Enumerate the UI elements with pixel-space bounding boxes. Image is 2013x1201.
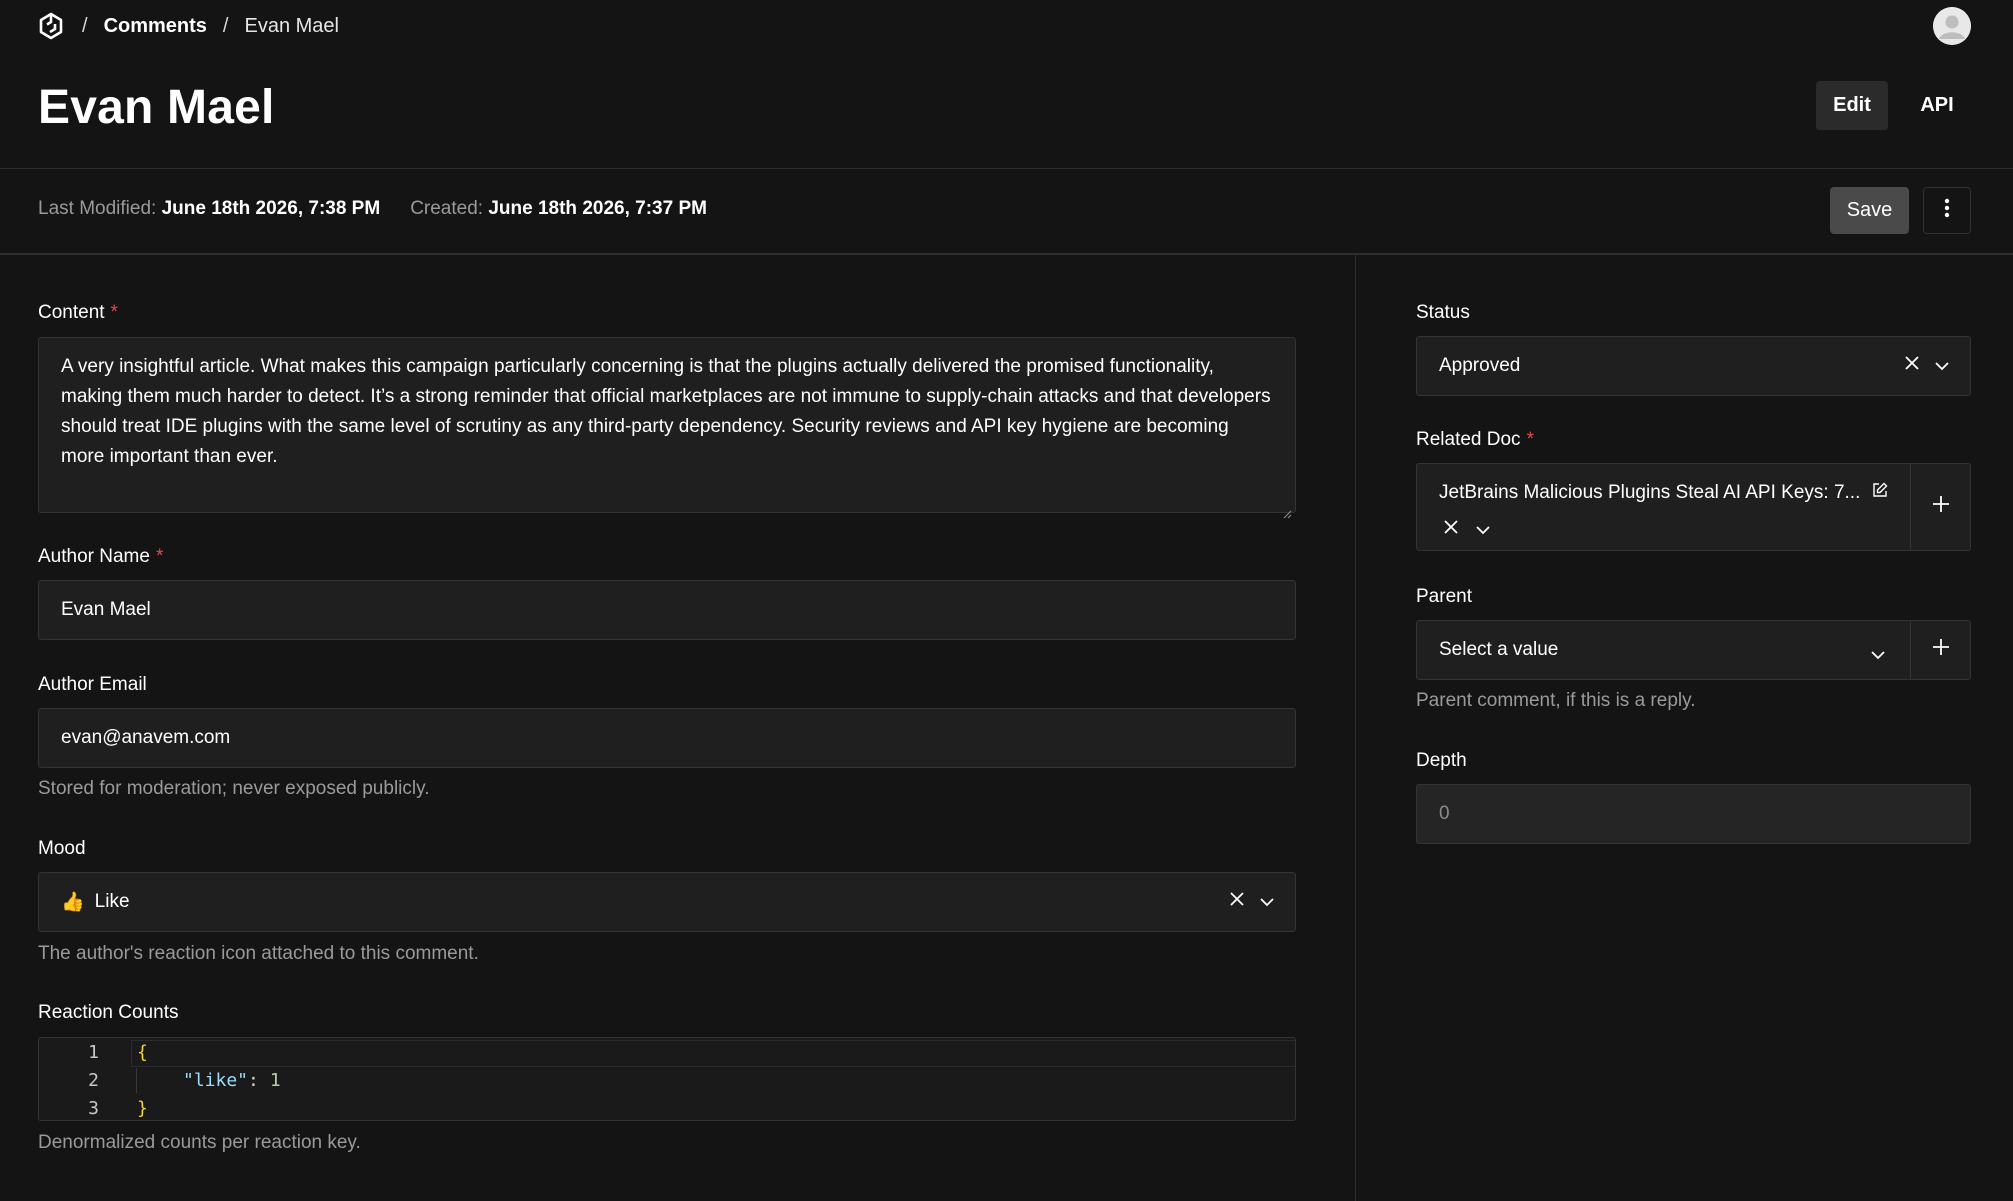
plus-icon [1932,638,1950,662]
line-number: 1 [88,1042,99,1063]
parent-placeholder: Select a value [1439,639,1559,660]
status-value: Approved [1439,355,1521,376]
api-tab-button[interactable]: API [1902,81,1972,130]
author-email-value: evan@anavem.com [61,727,231,748]
parent-help: Parent comment, if this is a reply. [1416,690,1696,711]
related-doc-select[interactable]: JetBrains Malicious Plugins Steal AI API… [1416,463,1971,551]
related-doc-value[interactable]: JetBrains Malicious Plugins Steal AI API… [1439,482,1860,504]
author-name-value: Evan Mael [61,599,151,620]
content-label: Content * [38,302,118,324]
parent-label: Parent [1416,586,1472,607]
plus-icon [1932,495,1950,519]
reaction-counts-label: Reaction Counts [38,1002,179,1023]
more-options-button[interactable] [1923,187,1971,234]
close-icon[interactable] [1904,355,1920,377]
document-meta: Last Modified: June 18th 2026, 7:38 PM C… [38,198,707,220]
content-value: A very insightful article. What makes th… [61,356,1271,467]
add-related-doc-button[interactable] [1910,464,1970,550]
close-icon[interactable] [1443,519,1459,541]
edit-document-icon[interactable] [1872,482,1888,504]
content-label-text: Content [38,302,105,323]
required-marker: * [155,546,164,567]
last-modified-value: June 18th 2026, 7:38 PM [161,198,381,219]
author-email-help: Stored for moderation; never exposed pub… [38,778,430,799]
created-value: June 18th 2026, 7:37 PM [488,198,707,219]
chevron-down-icon[interactable] [1259,891,1275,913]
status-select[interactable]: Approved [1416,336,1971,396]
depth-input[interactable]: 0 [1416,784,1971,844]
close-icon[interactable] [1229,891,1245,913]
indent-guide [136,1068,137,1093]
code-key: "like" [183,1070,249,1091]
line-number: 2 [88,1070,99,1091]
add-parent-button[interactable] [1910,621,1970,679]
divider [0,168,2013,169]
required-marker: * [1526,429,1534,450]
created-label: Created: [410,198,484,219]
code-number: 1 [269,1070,281,1091]
author-email-input[interactable]: evan@anavem.com [38,708,1296,768]
mood-value: Like [94,891,130,912]
chevron-down-icon[interactable] [1934,355,1950,377]
author-name-label: Author Name * [38,546,163,568]
reaction-counts-code-editor[interactable]: 1 { 2 "like" : 1 3 } [38,1037,1296,1121]
depth-value: 0 [1439,803,1450,824]
reaction-counts-help: Denormalized counts per reaction key. [38,1132,361,1153]
save-button[interactable]: Save [1830,187,1909,234]
status-label: Status [1416,302,1470,323]
required-marker: * [110,302,118,323]
breadcrumb-current: Evan Mael [244,14,339,37]
code-line: 2 "like" : 1 [39,1066,281,1095]
code-open-brace: { [137,1042,148,1063]
breadcrumb-separator: / [82,14,88,37]
active-line-highlight [131,1040,1295,1067]
author-name-label-text: Author Name [38,546,150,567]
payload-logo-icon[interactable] [38,11,66,41]
last-modified-label: Last Modified: [38,198,157,219]
resize-handle-icon[interactable] [1282,499,1292,519]
related-doc-label: Related Doc * [1416,429,1534,451]
code-line: 3 } [39,1094,148,1120]
divider [0,253,2013,255]
breadcrumb: / Comments / Evan Mael [38,10,339,42]
code-line: 1 { [39,1038,148,1067]
mood-label: Mood [38,838,86,859]
parent-select[interactable]: Select a value [1416,620,1971,680]
breadcrumb-comments-link[interactable]: Comments [104,15,207,38]
mood-help: The author's reaction icon attached to t… [38,943,479,964]
depth-label: Depth [1416,750,1467,771]
chevron-down-icon[interactable] [1475,519,1491,541]
thumbs-up-icon: 👍 [61,892,85,913]
code-close-brace: } [137,1098,148,1119]
author-email-label: Author Email [38,674,147,695]
chevron-down-icon[interactable] [1870,644,1886,666]
content-textarea[interactable]: A very insightful article. What makes th… [38,337,1296,519]
mood-select[interactable]: 👍 Like [38,872,1296,932]
vertical-dots-icon [1944,198,1950,223]
related-doc-label-text: Related Doc [1416,429,1521,450]
line-number: 3 [88,1098,99,1119]
user-avatar-icon[interactable] [1933,7,1971,45]
code-colon: : [248,1070,259,1091]
page-title: Evan Mael [38,81,275,134]
author-name-input[interactable]: Evan Mael [38,580,1296,640]
column-divider [1355,255,1356,1201]
edit-tab-button[interactable]: Edit [1816,81,1888,130]
breadcrumb-separator: / [222,14,229,37]
